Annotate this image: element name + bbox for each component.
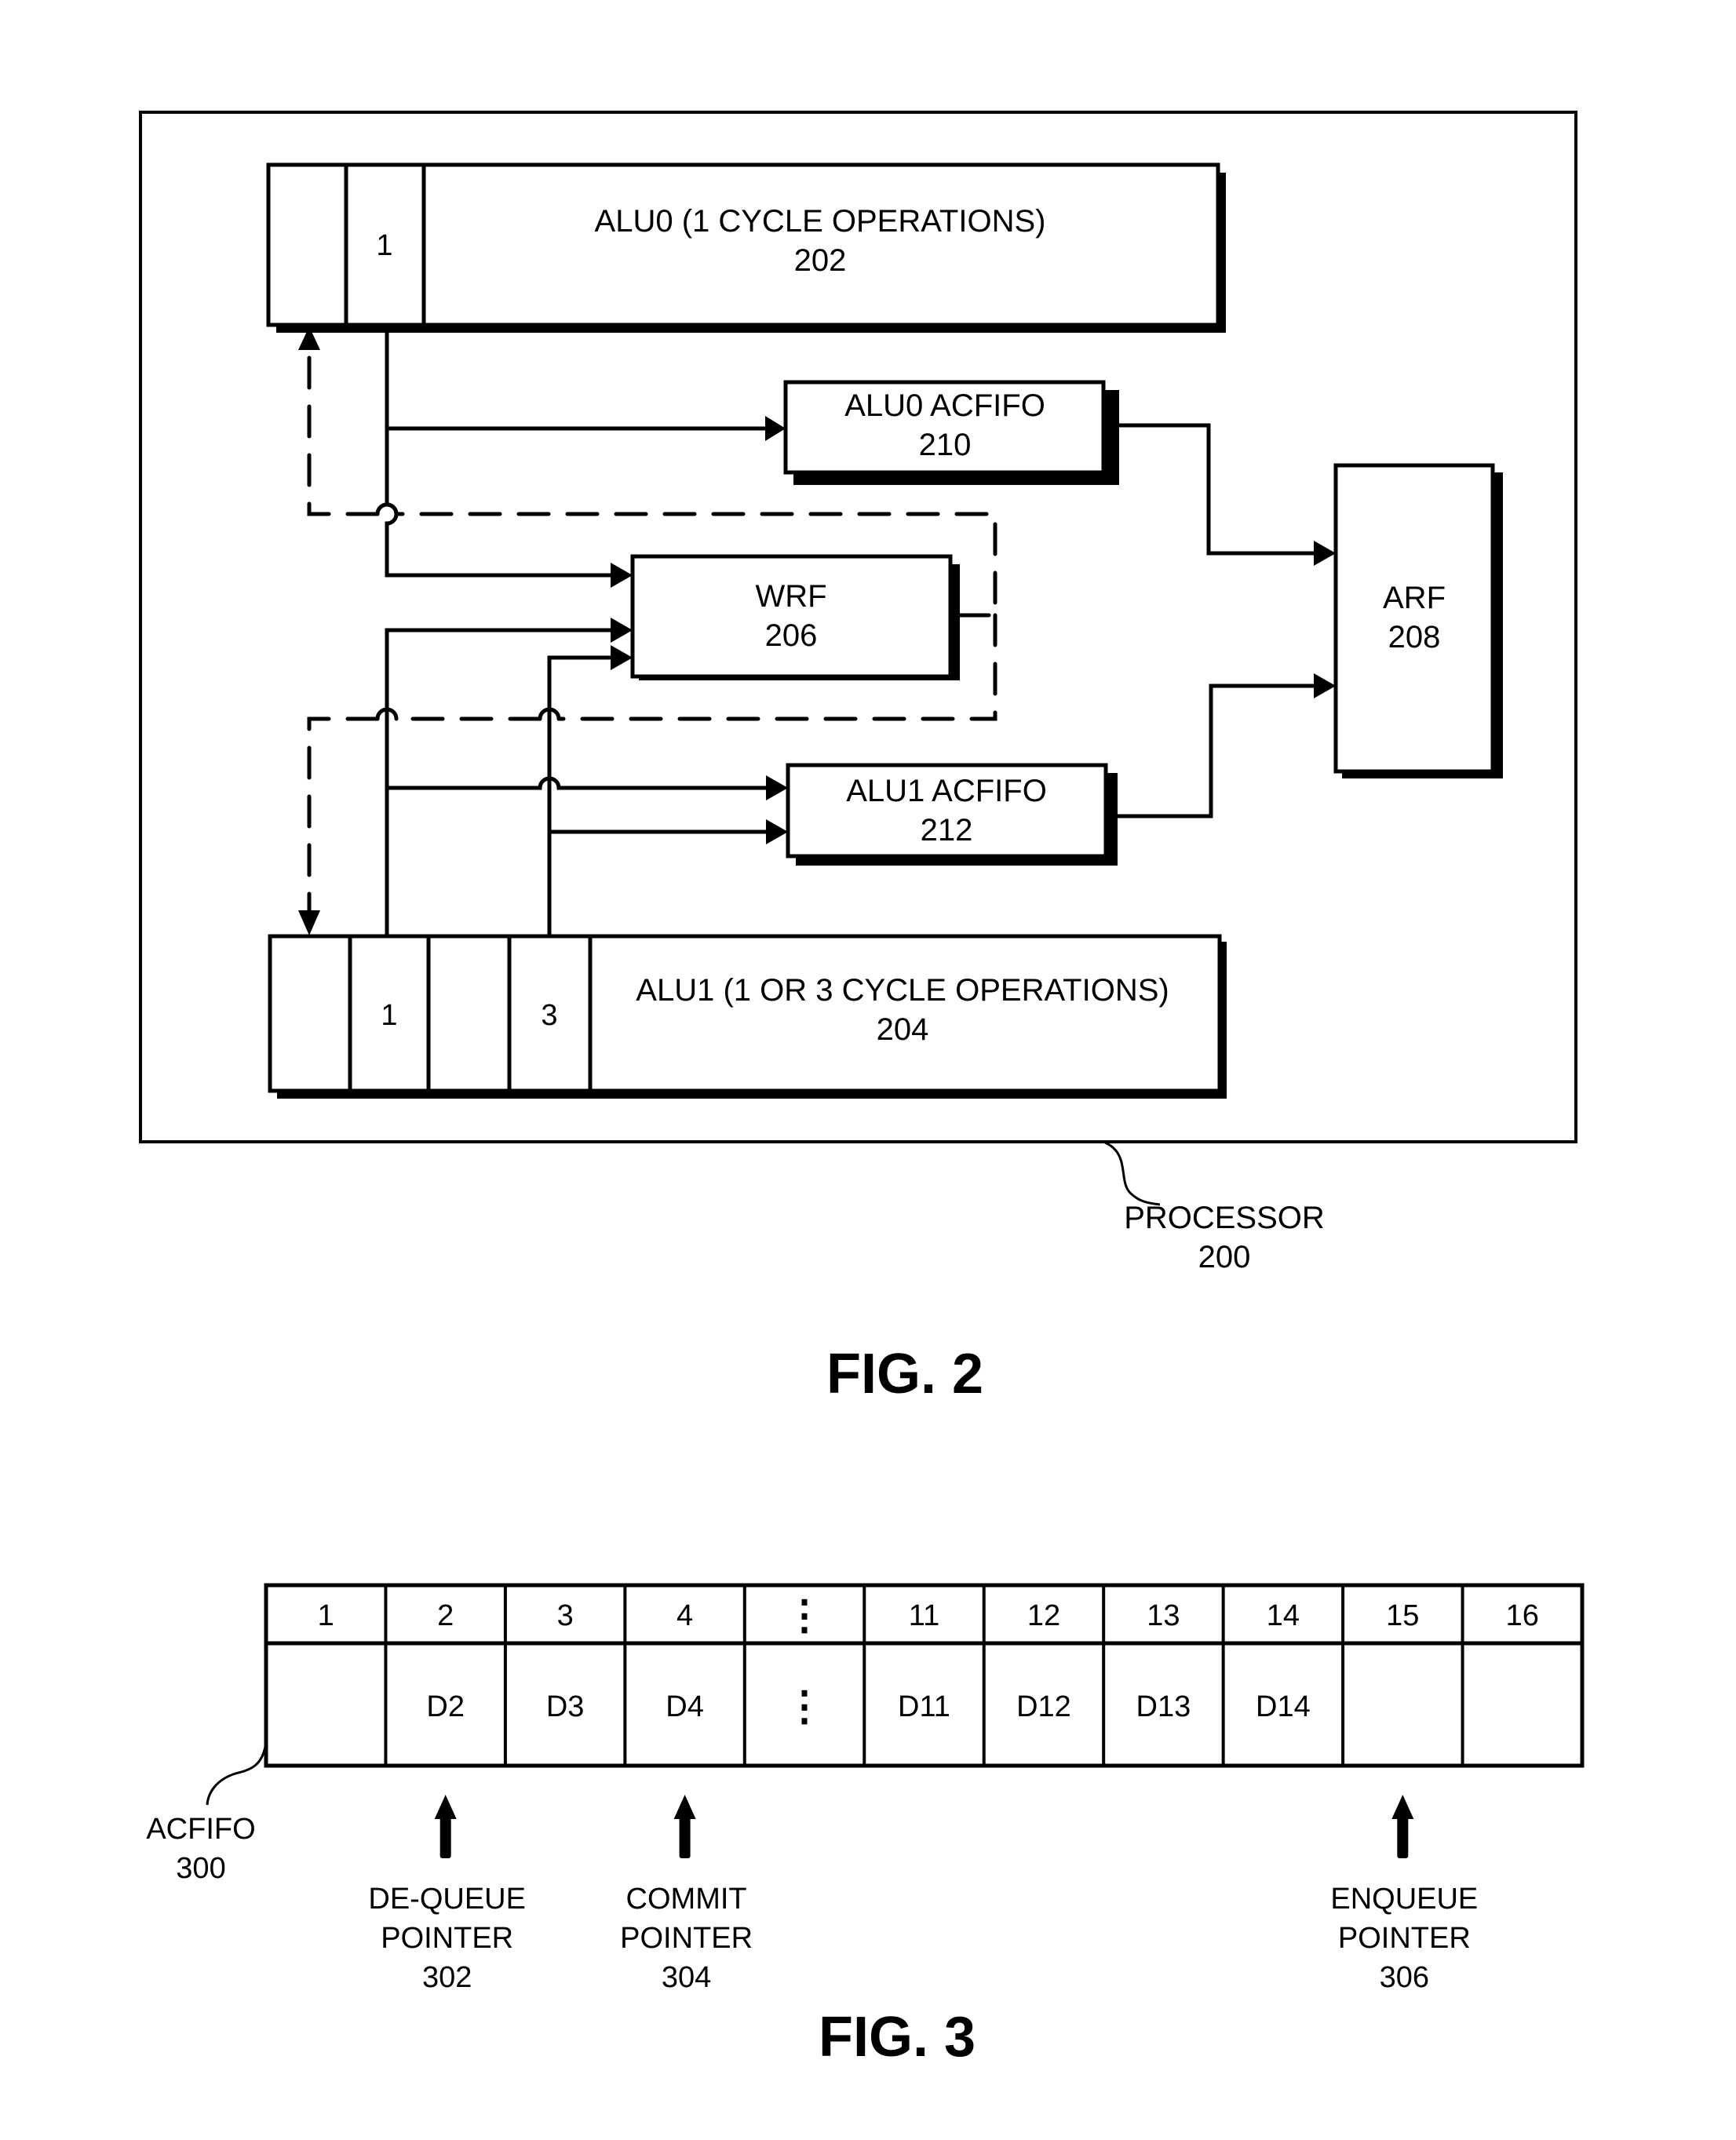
wrf-title: WRF — [755, 579, 826, 614]
pointer-label: DE-QUEUE — [368, 1883, 526, 1916]
alu1-acfifo-block: ALU1 ACFIFO 212 — [786, 763, 1118, 866]
alu0-title: ALU0 (1 CYCLE OPERATIONS) — [595, 204, 1046, 239]
alu1-stage-3-label: 3 — [541, 999, 557, 1032]
processor-ref: 200 — [1198, 1240, 1251, 1274]
arrowhead-wrf-input-2 — [611, 618, 633, 643]
alu0-acfifo-block: ALU0 ACFIFO 210 — [783, 380, 1119, 485]
acfifo-leader-line — [206, 1741, 268, 1806]
acfifo-slot-data: D13 — [1136, 1690, 1191, 1723]
acfifo-slot-index: 15 — [1386, 1599, 1419, 1632]
acfifo-table: 1 2D23D34D4⋮⋮11D1112D1213D1314D1415 16 — [264, 1583, 1585, 1768]
alu0-acfifo-ref: 210 — [919, 428, 972, 462]
pointer-arrow-head — [434, 1795, 457, 1819]
arf-title: ARF — [1383, 581, 1446, 615]
wire-alu1-stage3-to-wrf — [547, 655, 612, 936]
acfifo-slot-index: 13 — [1147, 1599, 1180, 1632]
pointer-label: POINTER — [381, 1922, 513, 1955]
wrf-block: WRF 206 — [630, 554, 960, 680]
alu1-acfifo-ref: 212 — [921, 813, 973, 848]
acfifo-slot-index: 14 — [1267, 1599, 1300, 1632]
arrowhead-wrf-input-1 — [611, 563, 633, 588]
acfifo-slot-data: D3 — [546, 1690, 585, 1723]
acfifo-slot-data: D14 — [1256, 1690, 1311, 1723]
pointer-306: ENQUEUE POINTER 306 — [1330, 1795, 1478, 1994]
pointer-label: COMMIT — [626, 1883, 747, 1916]
alu1-ref: 204 — [877, 1012, 929, 1047]
alu1-title: ALU1 (1 OR 3 CYCLE OPERATIONS) — [636, 973, 1169, 1008]
acfifo-slot-index: 12 — [1027, 1599, 1060, 1632]
wrf-ref: 206 — [765, 618, 818, 653]
pointer-304: COMMIT POINTER 304 — [620, 1795, 753, 1994]
processor-leader-line — [1104, 1141, 1161, 1206]
acfifo-slot-index: 2 — [437, 1599, 454, 1632]
wire-alu0-acfifo-to-arf — [1111, 423, 1315, 556]
acfifo-label: ACFIFO — [146, 1813, 255, 1846]
acfifo-slot-index: 3 — [557, 1599, 574, 1632]
arrowhead-alu0-acfifo-input — [765, 416, 786, 441]
patent-figures: 1 ALU0 (1 CYCLE OPERATIONS) 202 ALU0 ACF… — [139, 111, 1585, 2069]
pointer-label: POINTER — [620, 1922, 753, 1955]
pointer-arrow-shaft — [1397, 1817, 1409, 1858]
pointer-ref: 306 — [1380, 1961, 1429, 1994]
acfifo-slot-index: 16 — [1506, 1599, 1539, 1632]
acfifo-slot-data: D2 — [426, 1690, 465, 1723]
fig2-caption: FIG. 2 — [826, 1343, 983, 1405]
acfifo-slot-data: D12 — [1016, 1690, 1071, 1723]
alu0-acfifo-title: ALU0 ACFIFO — [844, 388, 1045, 423]
pointer-label: ENQUEUE — [1330, 1883, 1478, 1916]
alu1-box — [268, 934, 1222, 1093]
arf-box — [1333, 463, 1495, 774]
pointer-arrow-shaft — [679, 1817, 691, 1858]
dashed-hop-alu0-line — [375, 502, 399, 516]
pointer-ref: 304 — [662, 1961, 711, 1994]
alu1-block: 1 3 ALU1 (1 OR 3 CYCLE OPERATIONS) 204 — [268, 934, 1227, 1099]
fig2: 1 ALU0 (1 CYCLE OPERATIONS) 202 ALU0 ACF… — [139, 111, 1577, 1405]
acfifo-slot-index: ⋮ — [784, 1593, 825, 1639]
arrowhead-dashed-to-alu1 — [298, 910, 320, 935]
alu1-stage-1-label: 1 — [381, 999, 397, 1032]
wire-alu1-acfifo-to-arf — [1114, 684, 1315, 818]
arrowhead-alu1-acfifo-input-2 — [766, 819, 788, 844]
pointer-ref: 302 — [422, 1961, 472, 1994]
alu0-block: 1 ALU0 (1 CYCLE OPERATIONS) 202 — [266, 162, 1226, 333]
wrf-box — [630, 554, 953, 679]
alu1-acfifo-title: ALU1 ACFIFO — [846, 774, 1047, 808]
acfifo-slot-index: 11 — [909, 1599, 939, 1632]
acfifo-slot-data: ⋮ — [784, 1684, 825, 1730]
arrowhead-alu1-acfifo-input-1 — [766, 775, 788, 800]
wire-alu1-stage1-to-wrf — [385, 628, 612, 936]
acfifo-slot-index: 4 — [677, 1599, 693, 1632]
wire-alu0-to-wrf — [385, 428, 612, 578]
arrowhead-arf-input-2 — [1314, 673, 1336, 698]
acfifo-ref: 300 — [176, 1852, 225, 1885]
acfifo-slot-data: D4 — [666, 1690, 704, 1723]
wire-alu0-to-alu0-acfifo — [385, 325, 765, 431]
processor-label: PROCESSOR — [1124, 1201, 1325, 1235]
pointer-302: DE-QUEUE POINTER 302 — [368, 1795, 526, 1994]
fig3: 1 2D23D34D4⋮⋮11D1112D1213D1314D1415 16 DE-… — [146, 1583, 1585, 2069]
alu0-box — [266, 162, 1220, 327]
acfifo-pointers: DE-QUEUE POINTER 302 COMMIT POINTER 304 ENQUEU… — [368, 1795, 1478, 1994]
arrowhead-arf-input-1 — [1314, 541, 1336, 566]
alu0-ref: 202 — [794, 243, 847, 278]
fig3-caption: FIG. 3 — [819, 2006, 976, 2069]
arf-ref: 208 — [1388, 620, 1441, 654]
acfifo-slot-data: D11 — [898, 1690, 950, 1723]
pointer-arrow-head — [673, 1795, 696, 1819]
pointer-arrow-head — [1391, 1795, 1414, 1819]
pointer-label: POINTER — [1338, 1922, 1471, 1955]
arrowhead-wrf-input-3 — [611, 645, 633, 670]
acfifo-slot-index: 1 — [318, 1599, 334, 1632]
alu0-stage-1-label: 1 — [376, 229, 392, 262]
arf-block: ARF 208 — [1333, 463, 1503, 778]
wire-alu1-stage1-to-alu1-acfifo — [387, 776, 768, 790]
pointer-arrow-shaft — [439, 1817, 451, 1858]
